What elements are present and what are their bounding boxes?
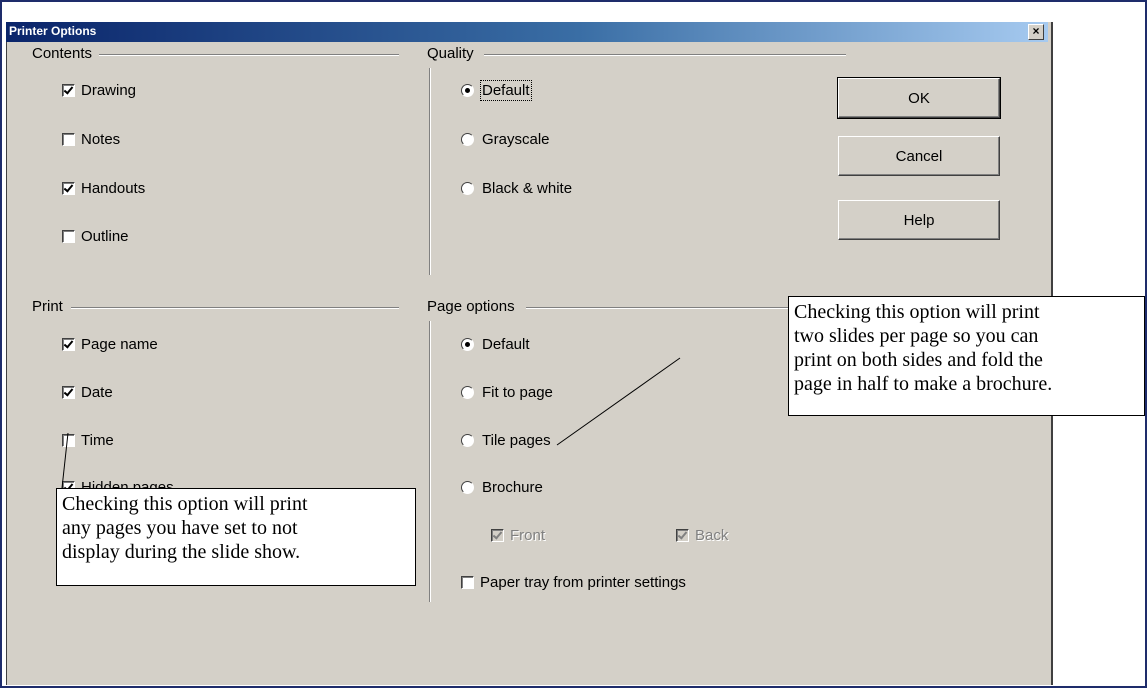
hidden-pages-callout: Checking this option will print any page…	[56, 488, 416, 586]
brochure-leader-line	[556, 357, 681, 446]
brochure-callout: Checking this option will print two slid…	[788, 296, 1145, 416]
hidden-leader-line	[61, 432, 69, 489]
